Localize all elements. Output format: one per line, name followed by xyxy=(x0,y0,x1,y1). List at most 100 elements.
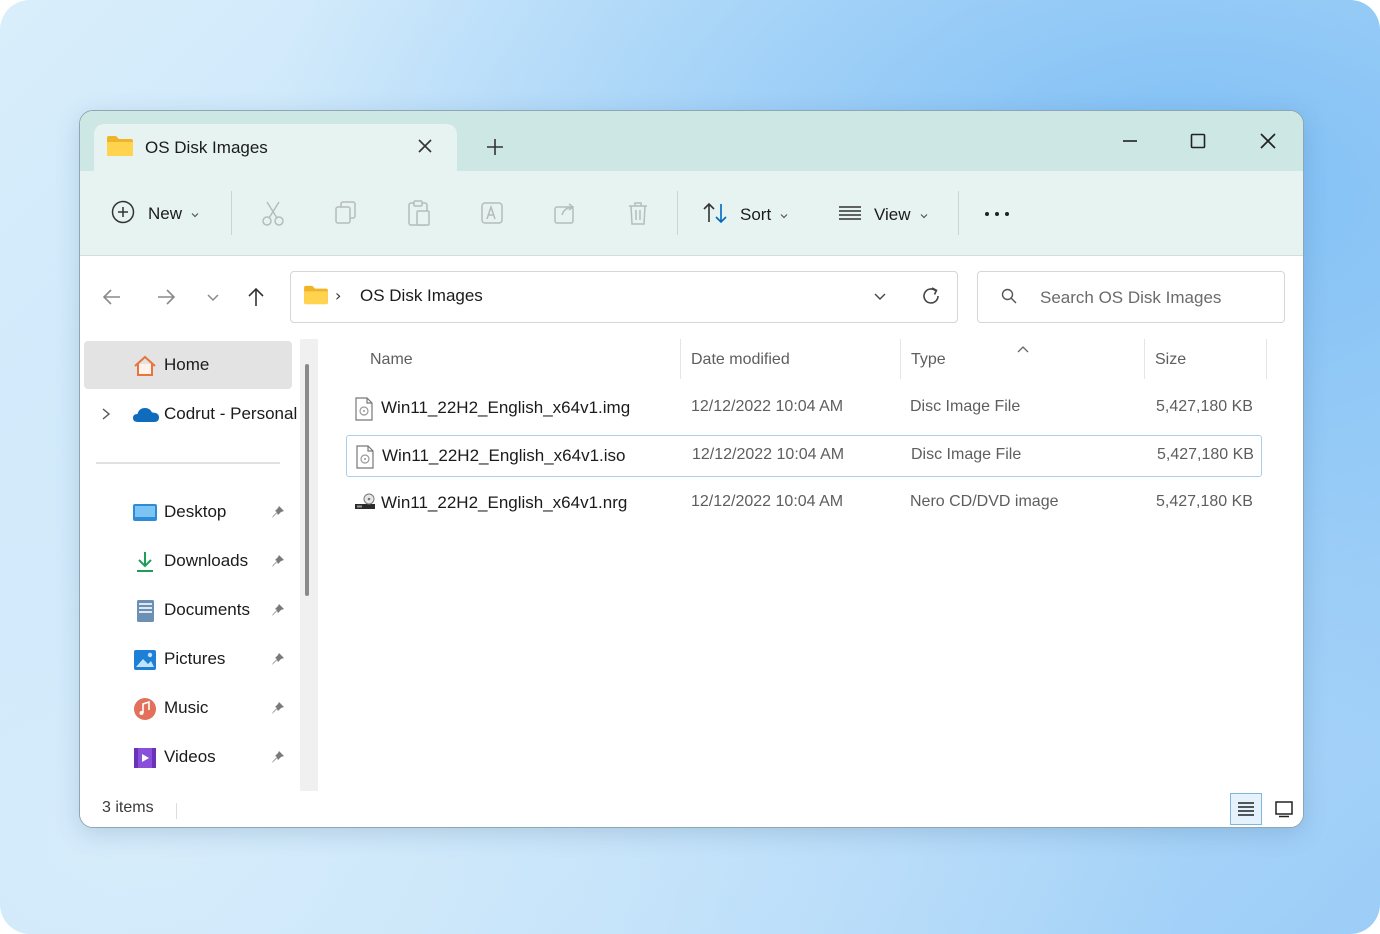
sidebar-item-label: Desktop xyxy=(164,502,227,521)
details-view-icon[interactable] xyxy=(1230,793,1262,825)
sort-button[interactable]: Sort xyxy=(702,201,789,229)
file-size: 5,427,180 KB xyxy=(1157,446,1254,463)
desktop-icon xyxy=(132,501,158,525)
column-divider[interactable] xyxy=(680,339,681,379)
pin-icon[interactable] xyxy=(270,504,286,524)
sidebar-item-videos[interactable]: Videos xyxy=(84,733,292,781)
toolbar-separator xyxy=(677,191,678,235)
tab-os-disk-images[interactable]: OS Disk Images xyxy=(94,124,457,172)
breadcrumb-chevron-icon[interactable]: › xyxy=(335,286,341,305)
pin-icon[interactable] xyxy=(270,651,286,671)
toolbar-separator xyxy=(231,191,232,235)
sidebar-item-downloads[interactable]: Downloads xyxy=(84,537,292,585)
new-button-label: New xyxy=(148,204,183,223)
file-date-modified: 12/12/2022 10:04 AM xyxy=(691,493,844,510)
view-button-label: View xyxy=(874,205,911,224)
file-type: Disc Image File xyxy=(911,446,1022,463)
command-bar: New Sort View xyxy=(80,171,1303,256)
up-arrow-icon[interactable] xyxy=(245,286,267,308)
pin-icon[interactable] xyxy=(270,602,286,622)
sidebar-item-label: Music xyxy=(164,698,209,717)
search-input[interactable] xyxy=(1038,284,1272,312)
copy-icon[interactable] xyxy=(333,199,359,227)
navigation-pane: Home Codrut - Personal Desktop Downloads… xyxy=(80,339,302,789)
navigation-row: › OS Disk Images xyxy=(80,256,1303,338)
breadcrumb-current-folder[interactable]: OS Disk Images xyxy=(360,286,483,306)
back-arrow-icon[interactable] xyxy=(101,286,123,308)
pin-icon[interactable] xyxy=(270,749,286,769)
address-dropdown-chevron-icon[interactable] xyxy=(871,287,889,309)
chevron-down-icon xyxy=(190,205,200,224)
recent-locations-chevron-icon[interactable] xyxy=(202,286,224,308)
search-icon xyxy=(1000,287,1018,309)
new-tab-plus-icon[interactable] xyxy=(484,136,506,158)
sort-ascending-caret-icon xyxy=(1016,339,1030,358)
file-date-modified: 12/12/2022 10:04 AM xyxy=(692,446,845,463)
onedrive-icon xyxy=(132,403,159,427)
file-row[interactable]: Win11_22H2_English_x64v1.img 12/12/2022 … xyxy=(346,388,1260,428)
rename-icon[interactable] xyxy=(479,199,505,227)
downloads-icon xyxy=(132,550,158,574)
folder-icon xyxy=(303,284,329,310)
file-type: Disc Image File xyxy=(910,398,1021,415)
file-name: Win11_22H2_English_x64v1.nrg xyxy=(381,493,628,512)
sidebar-item-label: Downloads xyxy=(164,551,249,570)
file-size: 5,427,180 KB xyxy=(1156,398,1253,415)
column-header-size[interactable]: Size xyxy=(1155,351,1186,369)
paste-icon[interactable] xyxy=(406,199,432,227)
file-row[interactable]: Win11_22H2_English_x64v1.nrg 12/12/2022 1… xyxy=(346,483,1260,523)
cut-icon[interactable] xyxy=(260,199,286,227)
sidebar-scrollbar-thumb[interactable] xyxy=(305,364,309,596)
file-date-modified: 12/12/2022 10:04 AM xyxy=(691,398,844,415)
minimize-icon[interactable] xyxy=(1110,123,1150,159)
file-row[interactable]: Win11_22H2_English_x64v1.iso 12/12/2022 1… xyxy=(346,435,1262,477)
sidebar-item-documents[interactable]: Documents xyxy=(84,586,292,634)
file-type: Nero CD/DVD image xyxy=(910,493,1059,510)
nero-drive-icon xyxy=(354,492,376,518)
maximize-icon[interactable] xyxy=(1178,123,1218,159)
status-bar: 3 items xyxy=(80,791,1303,827)
sidebar-item-desktop[interactable]: Desktop xyxy=(84,488,292,536)
search-box[interactable] xyxy=(977,271,1285,323)
file-size: 5,427,180 KB xyxy=(1156,493,1253,510)
title-bar: OS Disk Images xyxy=(80,111,1303,172)
pin-icon[interactable] xyxy=(270,553,286,573)
disc-image-icon xyxy=(354,397,374,425)
column-header-date-modified[interactable]: Date modified xyxy=(691,351,790,369)
disc-image-icon xyxy=(355,445,375,473)
column-header-name[interactable]: Name xyxy=(370,351,413,369)
column-header-type[interactable]: Type xyxy=(911,351,946,369)
column-divider[interactable] xyxy=(900,339,901,379)
expand-chevron-icon[interactable] xyxy=(100,406,112,425)
tab-title: OS Disk Images xyxy=(145,138,268,157)
new-button[interactable]: New xyxy=(110,199,200,229)
share-icon[interactable] xyxy=(552,199,578,227)
chevron-down-icon xyxy=(779,206,789,225)
sidebar-item-label: Documents xyxy=(164,600,250,619)
close-window-icon[interactable] xyxy=(1248,123,1288,159)
sidebar-item-onedrive[interactable]: Codrut - Personal xyxy=(84,390,297,438)
sidebar-scrollbar[interactable] xyxy=(300,339,318,791)
tab-close-icon[interactable] xyxy=(415,136,435,156)
large-icons-view-icon[interactable] xyxy=(1268,793,1300,825)
more-options-icon[interactable] xyxy=(982,199,1012,229)
column-divider[interactable] xyxy=(1266,339,1267,379)
file-list: Name Date modified Type Size Win11_22H2_… xyxy=(320,339,1303,789)
home-icon xyxy=(132,354,158,378)
plus-circle-icon xyxy=(110,199,136,229)
sort-button-label: Sort xyxy=(740,205,772,224)
forward-arrow-icon[interactable] xyxy=(155,286,177,308)
refresh-icon[interactable] xyxy=(919,284,943,312)
address-bar[interactable]: › OS Disk Images xyxy=(290,271,958,323)
sidebar-item-label: Videos xyxy=(164,747,216,766)
delete-icon[interactable] xyxy=(625,199,651,227)
column-divider[interactable] xyxy=(1144,339,1145,379)
file-name: Win11_22H2_English_x64v1.iso xyxy=(382,446,626,465)
sidebar-item-pictures[interactable]: Pictures xyxy=(84,635,292,683)
view-button[interactable]: View xyxy=(837,201,929,229)
sidebar-item-music[interactable]: Music xyxy=(84,684,292,732)
sidebar-item-home[interactable]: Home xyxy=(84,341,292,389)
sidebar-item-label: Home xyxy=(164,355,210,374)
pin-icon[interactable] xyxy=(270,700,286,720)
view-lines-icon xyxy=(837,201,863,229)
